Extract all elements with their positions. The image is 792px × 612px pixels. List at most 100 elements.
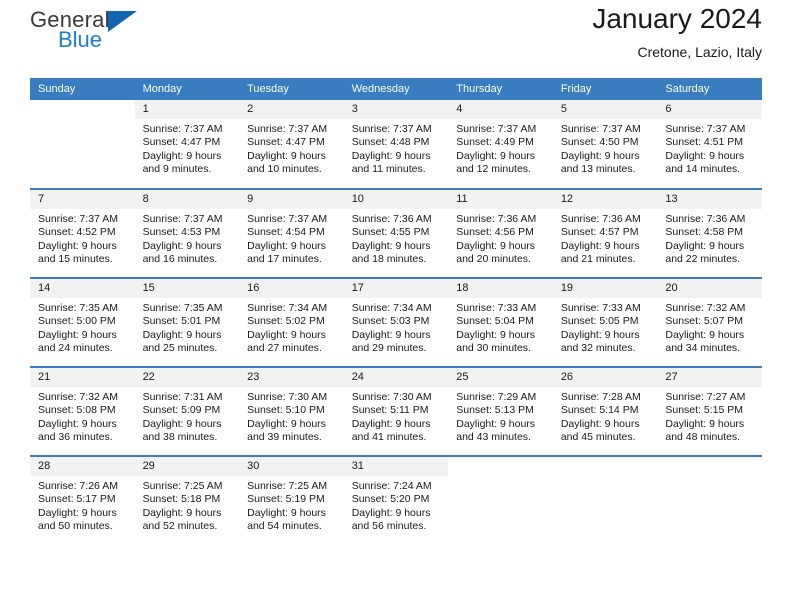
sunrise-text: Sunrise: 7:25 AM	[142, 480, 223, 492]
daylight-text: Daylight: 9 hours	[38, 417, 117, 430]
calendar-day-cell[interactable]: 24 Sunrise: 7:30 AM Sunset: 5:11 PM Dayligh…	[343, 366, 449, 456]
calendar-day-cell[interactable]: 12 Sunrise: 7:36 AM Sunset: 4:57 PM Dayligh…	[552, 188, 658, 278]
calendar-day-cell[interactable]: 29 Sunrise: 7:25 AM Sunset: 5:18 PM Dayligh…	[134, 455, 240, 545]
calendar-day-cell[interactable]: 28 Sunrise: 7:26 AM Sunset: 5:17 PM Dayligh…	[30, 455, 135, 545]
day-number: 12	[552, 190, 658, 209]
day-details: Sunrise: 7:33 AM Sunset: 5:04 PM Daylight:…	[448, 298, 553, 356]
calendar-day-cell[interactable]: 22 Sunrise: 7:31 AM Sunset: 5:09 PM Dayligh…	[134, 366, 240, 456]
day-details: Sunrise: 7:27 AM Sunset: 5:15 PM Daylight:…	[657, 387, 762, 445]
day-details: Sunrise: 7:36 AM Sunset: 4:58 PM Daylight:…	[657, 209, 762, 267]
day-of-week-header: Thursday	[448, 78, 553, 100]
daylight-text: and 15 minutes.	[38, 253, 113, 266]
day-number: 29	[134, 457, 240, 476]
calendar-day-cell[interactable]: 8 Sunrise: 7:37 AM Sunset: 4:53 PM Daylight…	[134, 188, 240, 278]
calendar-day-cell[interactable]: 20 Sunrise: 7:32 AM Sunset: 5:07 PM Dayligh…	[657, 277, 762, 367]
calendar-day-cell[interactable]: 30 Sunrise: 7:25 AM Sunset: 5:19 PM Dayligh…	[239, 455, 344, 545]
sunset-text: Sunset: 5:15 PM	[665, 404, 744, 417]
daylight-text: and 20 minutes.	[456, 253, 531, 266]
day-of-week-header: Tuesday	[239, 78, 344, 100]
daylight-text: Daylight: 9 hours	[142, 417, 222, 430]
sunset-text: Sunset: 4:57 PM	[560, 226, 639, 239]
sunrise-text: Sunrise: 7:37 AM	[38, 213, 118, 225]
daylight-text: and 18 minutes.	[351, 253, 427, 266]
calendar-day-cell[interactable]: 6 Sunrise: 7:37 AM Sunset: 4:51 PM Daylight…	[657, 100, 762, 189]
day-details: Sunrise: 7:31 AM Sunset: 5:09 PM Daylight:…	[135, 387, 240, 445]
day-number: 20	[657, 279, 762, 298]
sunrise-text: Sunrise: 7:29 AM	[456, 391, 537, 403]
calendar-day-cell[interactable]: 11 Sunrise: 7:36 AM Sunset: 4:56 PM Dayligh…	[448, 188, 553, 278]
day-details: Sunrise: 7:32 AM Sunset: 5:07 PM Daylight:…	[657, 298, 762, 356]
day-details: Sunrise: 7:30 AM Sunset: 5:11 PM Daylight:…	[344, 387, 449, 445]
daylight-text: Daylight: 9 hours	[142, 506, 222, 519]
calendar-week-row: 14 Sunrise: 7:35 AM Sunset: 5:00 PM Dayligh…	[30, 277, 762, 367]
sunrise-text: Sunrise: 7:34 AM	[351, 302, 432, 314]
daylight-text: and 56 minutes.	[351, 520, 427, 533]
day-details: Sunrise: 7:33 AM Sunset: 5:05 PM Daylight:…	[553, 298, 658, 356]
sunset-text: Sunset: 5:07 PM	[665, 315, 744, 328]
page-subtitle: Cretone, Lazio, Italy	[637, 44, 762, 60]
calendar-day-cell[interactable]: 14 Sunrise: 7:35 AM Sunset: 5:00 PM Dayligh…	[30, 277, 135, 367]
day-number: 22	[134, 368, 240, 387]
day-number: 15	[134, 279, 240, 298]
day-details: Sunrise: 7:32 AM Sunset: 5:08 PM Daylight:…	[30, 387, 135, 445]
calendar-day-cell[interactable]: 9 Sunrise: 7:37 AM Sunset: 4:54 PM Daylight…	[239, 188, 344, 278]
daylight-text: Daylight: 9 hours	[142, 149, 222, 162]
brand-logo: General Blue	[30, 8, 170, 64]
daylight-text: Daylight: 9 hours	[665, 239, 745, 252]
calendar-day-cell[interactable]: 10 Sunrise: 7:36 AM Sunset: 4:55 PM Dayligh…	[343, 188, 449, 278]
daylight-text: Daylight: 9 hours	[38, 239, 117, 252]
day-number	[552, 457, 658, 476]
calendar-day-cell[interactable]: 23 Sunrise: 7:30 AM Sunset: 5:10 PM Dayligh…	[239, 366, 344, 456]
daylight-text: and 14 minutes.	[665, 163, 741, 176]
calendar-day-cell[interactable]: 4 Sunrise: 7:37 AM Sunset: 4:49 PM Daylight…	[448, 100, 553, 189]
day-details: Sunrise: 7:37 AM Sunset: 4:50 PM Daylight:…	[553, 119, 658, 177]
calendar-day-cell[interactable]: 2 Sunrise: 7:37 AM Sunset: 4:47 PM Daylight…	[239, 100, 344, 189]
sunset-text: Sunset: 4:52 PM	[38, 226, 116, 239]
sunrise-text: Sunrise: 7:37 AM	[247, 213, 328, 225]
calendar-day-cell[interactable]: 21 Sunrise: 7:32 AM Sunset: 5:08 PM Dayligh…	[30, 366, 135, 456]
triangle-icon	[108, 11, 137, 32]
calendar-week-row: 1 Sunrise: 7:37 AM Sunset: 4:47 PM Daylight…	[30, 100, 762, 189]
daylight-text: Daylight: 9 hours	[456, 239, 536, 252]
day-number: 9	[239, 190, 344, 209]
calendar-day-cell[interactable]: 26 Sunrise: 7:28 AM Sunset: 5:14 PM Dayligh…	[552, 366, 658, 456]
day-details: Sunrise: 7:37 AM Sunset: 4:47 PM Daylight:…	[135, 119, 240, 177]
calendar-day-cell[interactable]: 25 Sunrise: 7:29 AM Sunset: 5:13 PM Dayligh…	[448, 366, 553, 456]
day-details: Sunrise: 7:29 AM Sunset: 5:13 PM Daylight:…	[448, 387, 553, 445]
day-number: 21	[30, 368, 135, 387]
sunrise-text: Sunrise: 7:37 AM	[351, 123, 432, 135]
day-number: 11	[448, 190, 553, 209]
sunset-text: Sunset: 5:13 PM	[456, 404, 534, 417]
day-of-week-header: Saturday	[657, 78, 762, 100]
day-number: 16	[239, 279, 344, 298]
sunrise-text: Sunrise: 7:25 AM	[247, 480, 328, 492]
day-number	[30, 100, 135, 119]
daylight-text: and 22 minutes.	[665, 253, 741, 266]
day-number: 30	[239, 457, 344, 476]
calendar-day-cell[interactable]: 3 Sunrise: 7:37 AM Sunset: 4:48 PM Daylight…	[343, 100, 449, 189]
calendar-day-cell[interactable]: 18 Sunrise: 7:33 AM Sunset: 5:04 PM Dayligh…	[448, 277, 553, 367]
sunrise-text: Sunrise: 7:37 AM	[560, 123, 641, 135]
sunset-text: Sunset: 4:55 PM	[351, 226, 430, 239]
daylight-text: and 29 minutes.	[351, 342, 427, 355]
sunrise-text: Sunrise: 7:27 AM	[665, 391, 746, 403]
calendar-day-cell[interactable]: 17 Sunrise: 7:34 AM Sunset: 5:03 PM Dayligh…	[343, 277, 449, 367]
calendar-day-cell[interactable]: 19 Sunrise: 7:33 AM Sunset: 5:05 PM Dayligh…	[552, 277, 658, 367]
daylight-text: Daylight: 9 hours	[247, 506, 326, 519]
sunrise-text: Sunrise: 7:37 AM	[665, 123, 746, 135]
sunrise-text: Sunrise: 7:33 AM	[456, 302, 537, 314]
day-number: 10	[343, 190, 449, 209]
calendar-day-cell[interactable]: 1 Sunrise: 7:37 AM Sunset: 4:47 PM Daylight…	[134, 100, 240, 189]
calendar-day-cell[interactable]: 16 Sunrise: 7:34 AM Sunset: 5:02 PM Dayligh…	[239, 277, 344, 367]
calendar-day-cell[interactable]: 13 Sunrise: 7:36 AM Sunset: 4:58 PM Dayligh…	[657, 188, 762, 278]
calendar-day-cell[interactable]: 7 Sunrise: 7:37 AM Sunset: 4:52 PM Daylight…	[30, 188, 135, 278]
calendar-day-cell[interactable]: 5 Sunrise: 7:37 AM Sunset: 4:50 PM Daylight…	[552, 100, 658, 189]
daylight-text: and 50 minutes.	[38, 520, 113, 533]
daylight-text: Daylight: 9 hours	[38, 506, 117, 519]
daylight-text: Daylight: 9 hours	[247, 328, 326, 341]
calendar-cell-empty	[657, 455, 762, 545]
calendar-day-cell[interactable]: 15 Sunrise: 7:35 AM Sunset: 5:01 PM Dayligh…	[134, 277, 240, 367]
daylight-text: Daylight: 9 hours	[351, 328, 431, 341]
calendar-day-cell[interactable]: 27 Sunrise: 7:27 AM Sunset: 5:15 PM Dayligh…	[657, 366, 762, 456]
calendar-day-cell[interactable]: 31 Sunrise: 7:24 AM Sunset: 5:20 PM Dayligh…	[343, 455, 449, 545]
